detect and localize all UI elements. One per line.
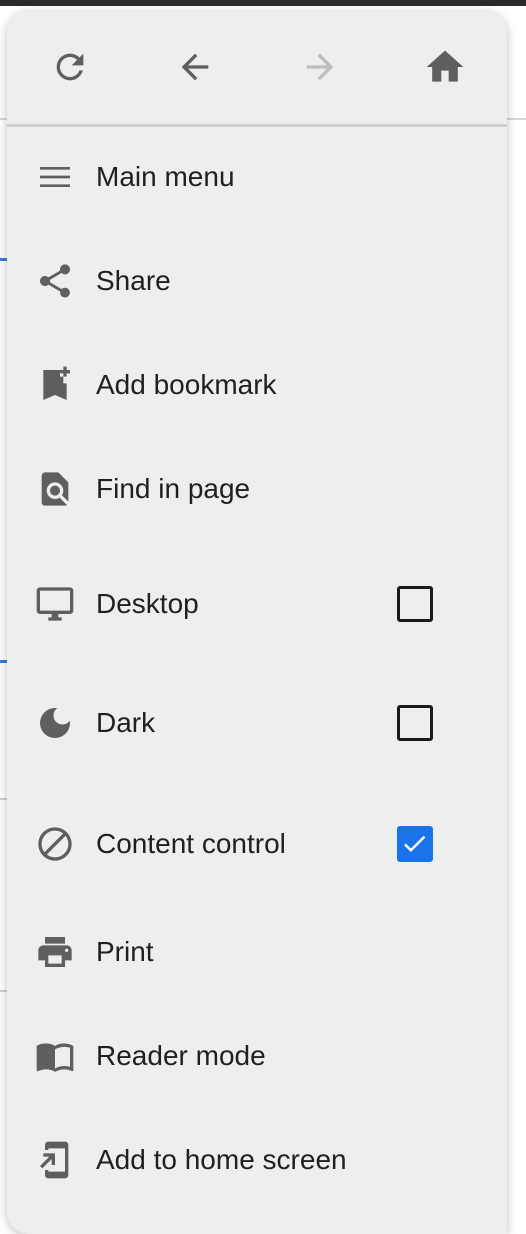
- arrow-forward-icon: [306, 53, 334, 81]
- background-top-bar: [0, 0, 526, 6]
- menu-item-content-control[interactable]: Content control: [7, 799, 507, 889]
- menu-item-add-to-home-screen[interactable]: Add to home screen: [7, 1115, 507, 1205]
- block-icon: [35, 824, 75, 864]
- menu-item-label: Print: [96, 936, 154, 967]
- home-button[interactable]: [415, 37, 475, 97]
- moon-icon: [35, 703, 75, 743]
- back-button[interactable]: [165, 37, 225, 97]
- book-open-icon: [35, 1036, 75, 1076]
- reload-icon: [56, 53, 84, 81]
- menu-item-print[interactable]: Print: [7, 907, 507, 997]
- find-in-page-icon: [35, 469, 75, 509]
- menu-item-main-menu[interactable]: Main menu: [7, 132, 507, 222]
- forward-button[interactable]: [290, 37, 350, 97]
- arrow-back-icon: [181, 53, 209, 81]
- menu-item-label: Add bookmark: [96, 369, 277, 400]
- overflow-menu: Main menu Share Add bookmark Find in pag…: [7, 11, 507, 1234]
- dark-checkbox[interactable]: [397, 705, 433, 741]
- menu-item-label: Add to home screen: [96, 1144, 347, 1175]
- menu-item-reader-mode[interactable]: Reader mode: [7, 1011, 507, 1101]
- menu-item-desktop[interactable]: Desktop: [7, 559, 507, 649]
- print-icon: [35, 932, 75, 972]
- content-control-checkbox[interactable]: [397, 826, 433, 862]
- hamburger-menu-icon: [35, 157, 75, 197]
- menu-toolbar: [7, 11, 507, 127]
- menu-item-find-in-page[interactable]: Find in page: [7, 444, 507, 534]
- menu-item-add-bookmark[interactable]: Add bookmark: [7, 340, 507, 430]
- menu-item-dark[interactable]: Dark: [7, 678, 507, 768]
- menu-item-label: Dark: [96, 707, 156, 738]
- bookmark-add-icon: [35, 365, 75, 405]
- menu-item-label: Find in page: [96, 473, 251, 504]
- add-to-home-icon: [35, 1140, 75, 1180]
- reload-button[interactable]: [40, 37, 100, 97]
- menu-item-share[interactable]: Share: [7, 236, 507, 326]
- menu-item-label: Reader mode: [96, 1040, 266, 1071]
- menu-item-label: Desktop: [96, 588, 199, 619]
- menu-item-label: Share: [96, 265, 171, 296]
- share-icon: [35, 261, 75, 301]
- menu-item-label: Content control: [96, 828, 286, 859]
- checkmark-icon: [404, 835, 426, 852]
- desktop-checkbox[interactable]: [397, 586, 433, 622]
- desktop-icon: [35, 584, 75, 624]
- home-icon: [426, 50, 464, 82]
- menu-item-label: Main menu: [96, 161, 235, 192]
